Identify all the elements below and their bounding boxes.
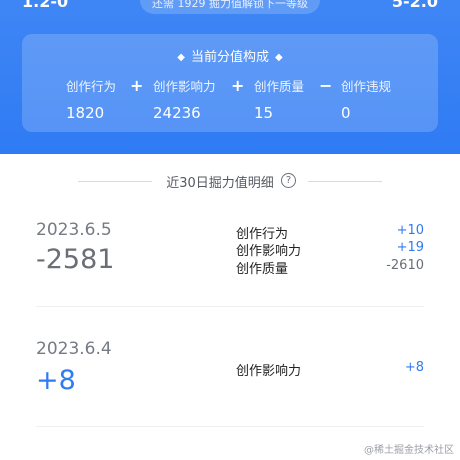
level-label-right: 5-2.0 <box>391 0 438 11</box>
metric-value: 15 <box>254 104 274 122</box>
detail-label: 创作影响力 <box>236 244 302 259</box>
section-divider-right <box>308 181 382 182</box>
record-date: 2023.6.4 <box>36 339 112 359</box>
metric-value: 24236 <box>153 104 201 122</box>
section-title: 近30日掘力值明细 <box>0 172 460 191</box>
metric-label: 创作违规 <box>341 79 392 94</box>
record-separator <box>36 306 424 307</box>
record-separator <box>36 426 424 427</box>
metric-creation-violation: 创作违规 0 <box>341 76 391 122</box>
detail-row: 创作质量 -2610 <box>236 258 424 277</box>
detail-value: -2610 <box>386 258 424 273</box>
score-card-title: ◆ 当前分值构成 ◆ <box>22 46 438 65</box>
plus-operator: + <box>130 76 144 95</box>
detail-row: 创作行为 +10 <box>236 223 424 242</box>
record-total: -2581 <box>36 244 115 275</box>
detail-value: +10 <box>396 223 424 238</box>
metric-creation-behavior: 创作行为 1820 <box>66 76 116 122</box>
metric-creation-quality: 创作质量 15 <box>254 76 304 122</box>
metric-creation-influence: 创作影响力 24236 <box>153 76 216 122</box>
score-card-title-text: 当前分值构成 <box>190 50 269 65</box>
watermark: @稀土掘金技术社区 <box>364 445 454 456</box>
level-label-left: 1.2-0 <box>22 0 69 11</box>
level-progress-notice: 还需 1929 掘力值解锁下一等级 <box>140 0 320 14</box>
metric-label: 创作行为 <box>66 79 117 94</box>
diamond-icon: ◆ <box>275 52 283 63</box>
record-date: 2023.6.5 <box>36 220 112 240</box>
score-header: 1.2-0 还需 1929 掘力值解锁下一等级 5-2.0 ◆ 当前分值构成 ◆ 创… <box>0 0 460 154</box>
detail-row: 创作影响力 +8 <box>236 360 424 379</box>
detail-label: 创作质量 <box>236 262 289 277</box>
diamond-icon: ◆ <box>177 52 185 63</box>
section-title-text: 近30日掘力值明细 <box>166 176 274 191</box>
detail-row: 创作影响力 +19 <box>236 240 424 259</box>
record-total: +8 <box>36 365 76 396</box>
metric-value: 1820 <box>66 104 105 122</box>
detail-value: +19 <box>396 240 424 255</box>
minus-operator: − <box>319 76 333 95</box>
metric-label: 创作影响力 <box>153 79 216 94</box>
detail-label: 创作影响力 <box>236 364 302 379</box>
detail-value: +8 <box>404 360 424 375</box>
metric-value: 0 <box>341 104 351 122</box>
help-icon[interactable]: ? <box>281 173 296 188</box>
score-composition-card: ◆ 当前分值构成 ◆ 创作行为 1820 + 创作影响力 24236 + 创作质量 … <box>22 34 438 132</box>
metric-label: 创作质量 <box>254 79 305 94</box>
plus-operator: + <box>231 76 245 95</box>
